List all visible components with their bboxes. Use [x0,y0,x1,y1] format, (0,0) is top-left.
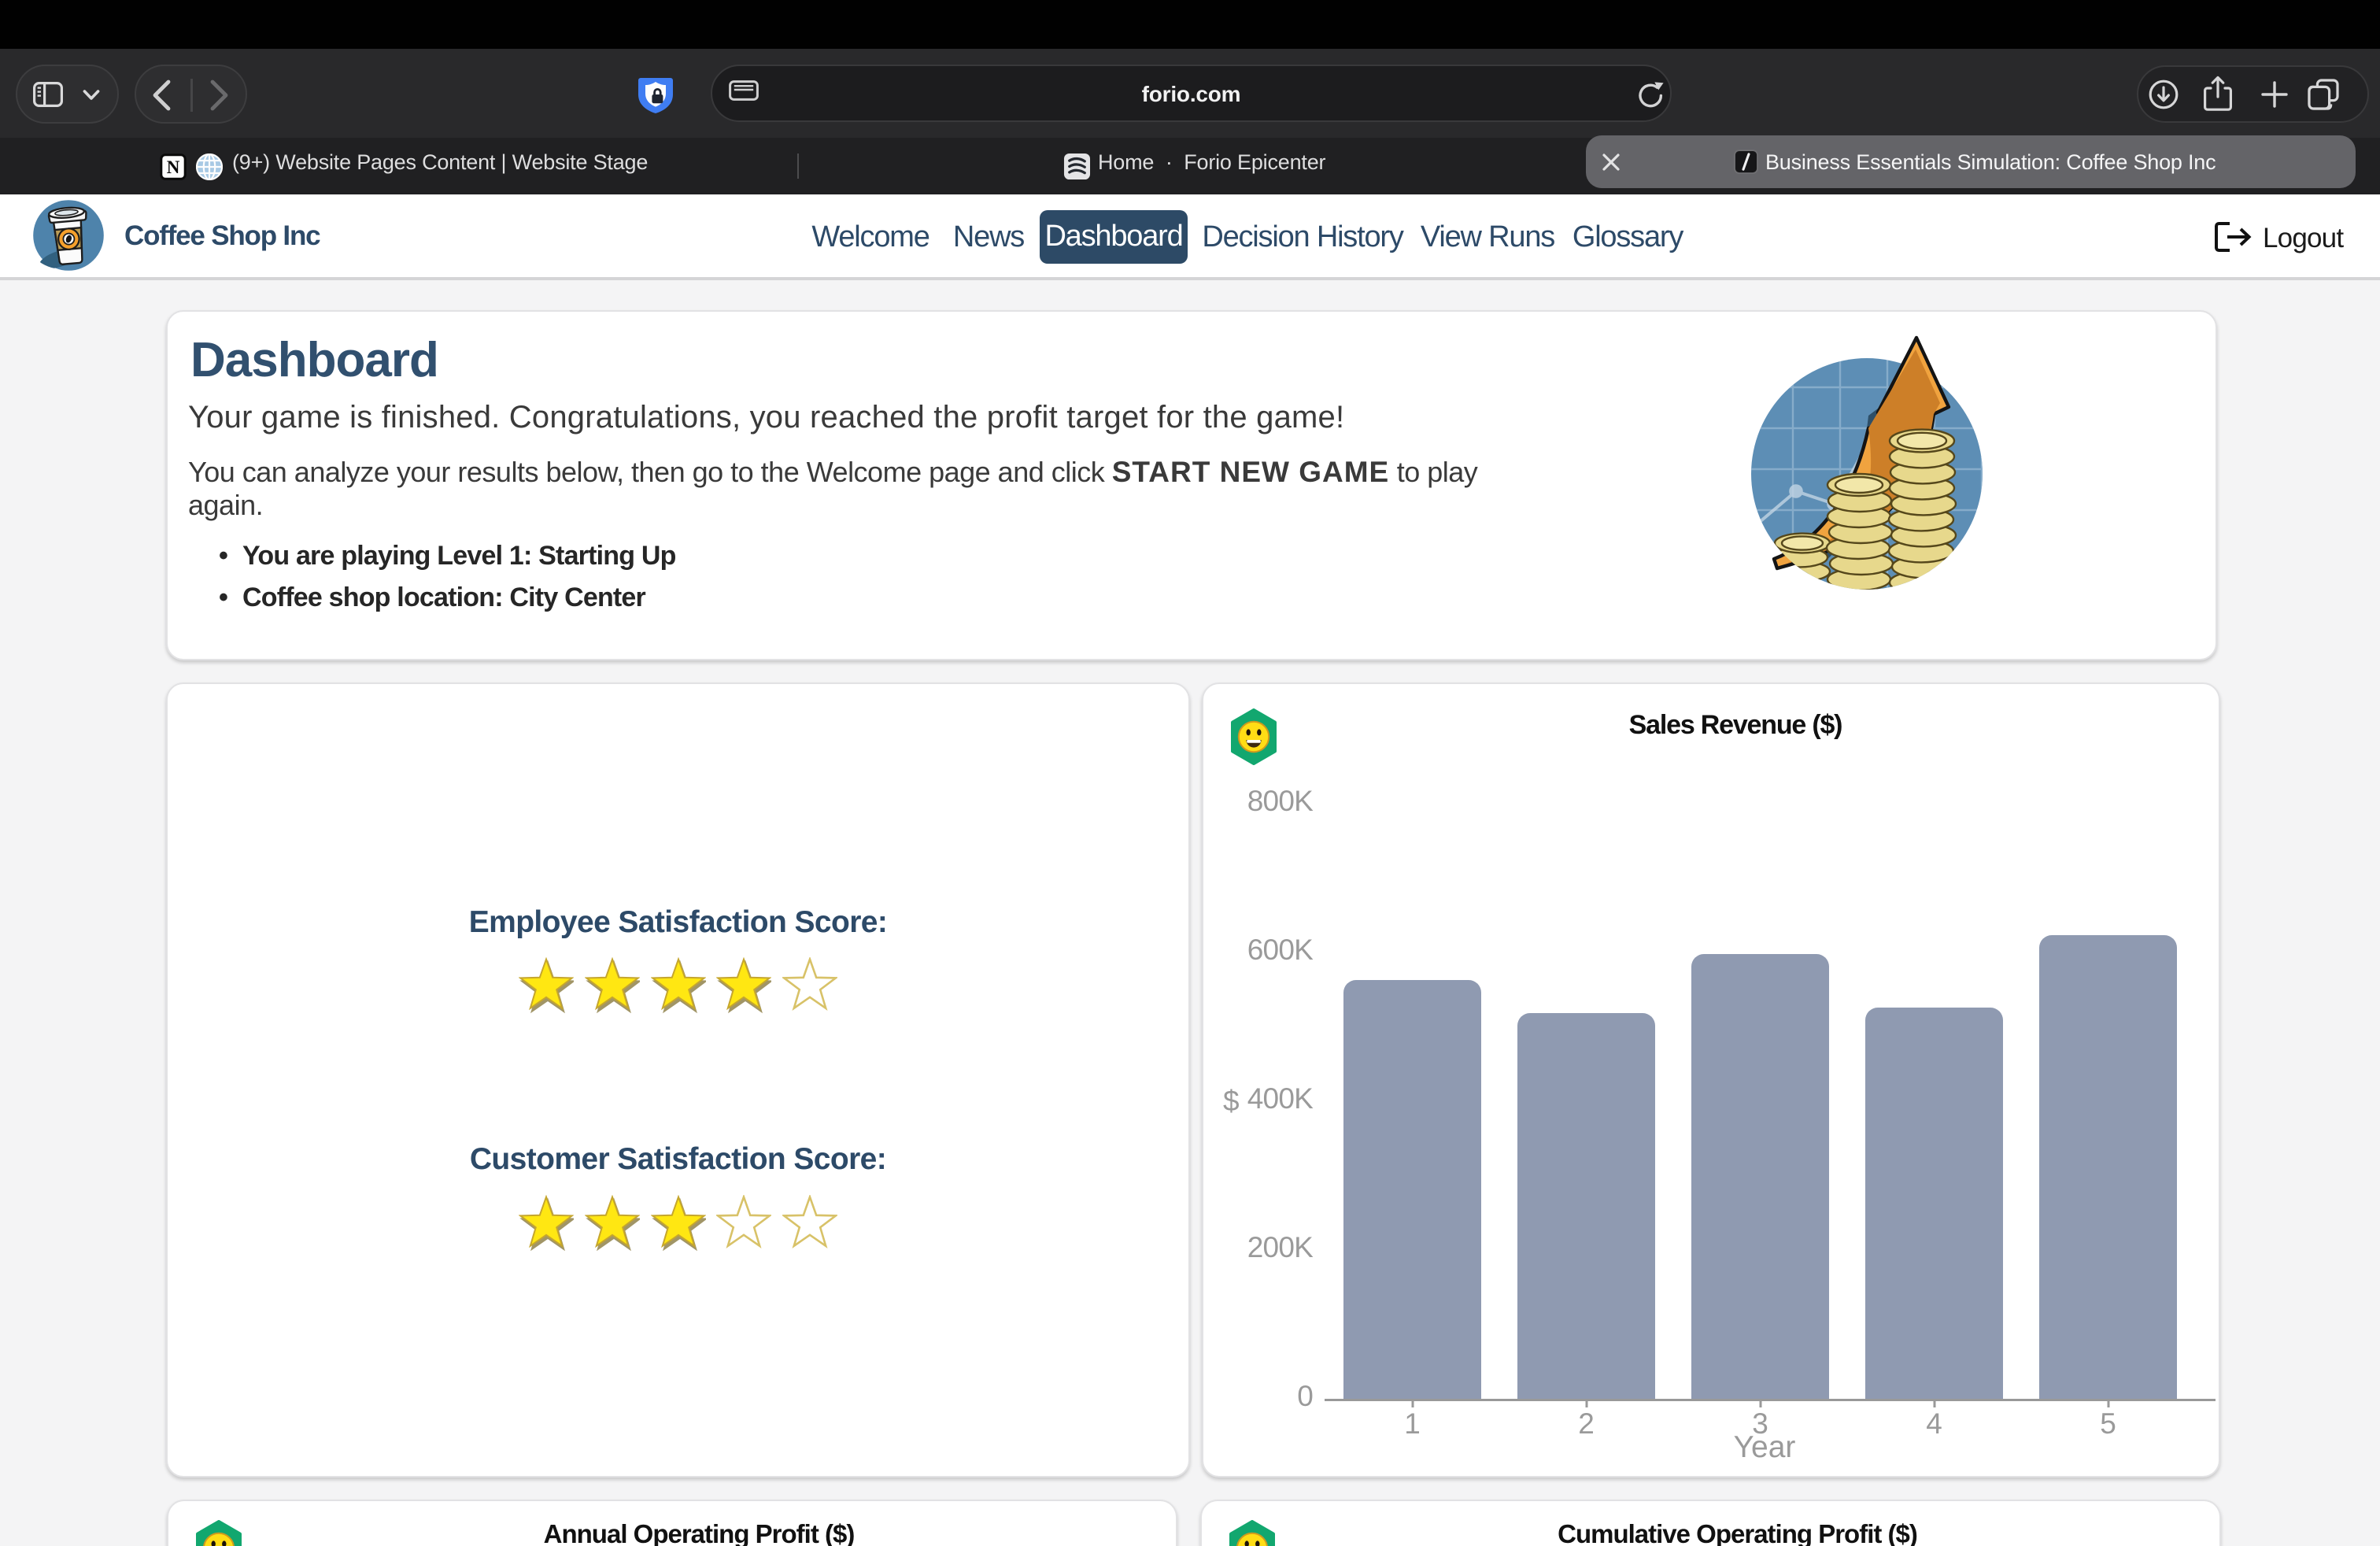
svg-text:N: N [167,157,180,177]
